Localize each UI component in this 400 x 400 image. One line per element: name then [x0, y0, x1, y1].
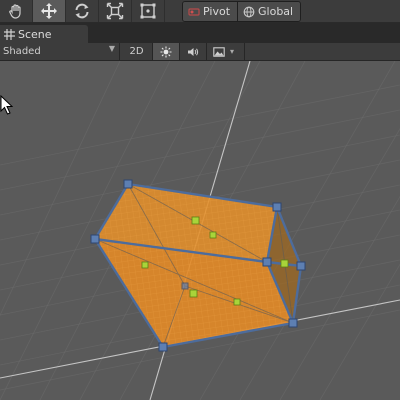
shading-mode-dropdown[interactable]: Shaded ▼ — [0, 43, 120, 60]
dropdown-arrow-icon: ▼ — [108, 44, 115, 53]
scene-viewport[interactable] — [0, 61, 400, 400]
vertex-handle[interactable] — [272, 202, 282, 212]
pivot-icon — [188, 7, 200, 16]
transform-tools — [0, 0, 165, 22]
hand-tool-button[interactable] — [0, 0, 33, 22]
move-tool-button[interactable] — [33, 0, 66, 22]
scene-canvas — [0, 61, 400, 400]
move-arrows-icon — [41, 3, 57, 19]
rotate-tool-button[interactable] — [66, 0, 99, 22]
main-toolbar: Pivot Global — [0, 0, 400, 23]
face-handle[interactable] — [280, 259, 289, 268]
face-handle[interactable] — [189, 289, 198, 298]
2d-mode-label: 2D — [129, 46, 144, 57]
hand-icon — [9, 4, 21, 19]
grid-icon — [4, 28, 15, 40]
vertex-handle[interactable] — [90, 234, 100, 244]
globe-icon — [243, 6, 255, 17]
scene-toolbar: Shaded ▼ 2D ▾ — [0, 43, 400, 61]
shading-mode-value: Shaded — [3, 46, 41, 57]
global-label: Global — [258, 5, 294, 18]
scale-icon — [106, 2, 124, 20]
vertex-handle[interactable] — [158, 342, 168, 352]
lighting-toggle-button[interactable] — [153, 43, 180, 60]
tab-scene-label: Scene — [18, 27, 52, 41]
effects-dropdown-arrow-icon: ▾ — [230, 47, 235, 56]
vertex-handle[interactable] — [123, 179, 133, 189]
face-handle[interactable] — [233, 298, 241, 306]
mouse-cursor-icon — [0, 95, 14, 115]
speaker-icon — [188, 47, 199, 56]
sun-icon — [160, 46, 172, 57]
pivot-toggle-group: Pivot Global — [182, 1, 302, 22]
pivot-toggle[interactable]: Pivot — [183, 2, 238, 21]
tab-bar: Scene — [0, 23, 400, 43]
tab-scene[interactable]: Scene — [0, 25, 88, 43]
2d-mode-button[interactable]: 2D — [121, 43, 153, 60]
rotate-icon — [75, 3, 89, 19]
face-handle[interactable] — [209, 231, 217, 239]
vertex-handle[interactable] — [288, 318, 298, 328]
scale-tool-button[interactable] — [99, 0, 132, 22]
rect-tool-button[interactable] — [132, 0, 165, 22]
rect-transform-icon — [140, 3, 156, 19]
global-toggle[interactable]: Global — [237, 2, 301, 21]
vertex-handle[interactable] — [262, 257, 272, 267]
image-icon — [213, 46, 225, 57]
face-handle[interactable] — [191, 216, 200, 225]
vertex-handle[interactable] — [296, 261, 306, 271]
pivot-label: Pivot — [203, 5, 231, 18]
vertex-handle[interactable] — [181, 282, 189, 290]
audio-toggle-button[interactable] — [180, 43, 207, 60]
effects-dropdown-button[interactable]: ▾ — [207, 43, 245, 60]
face-handle[interactable] — [141, 261, 149, 269]
